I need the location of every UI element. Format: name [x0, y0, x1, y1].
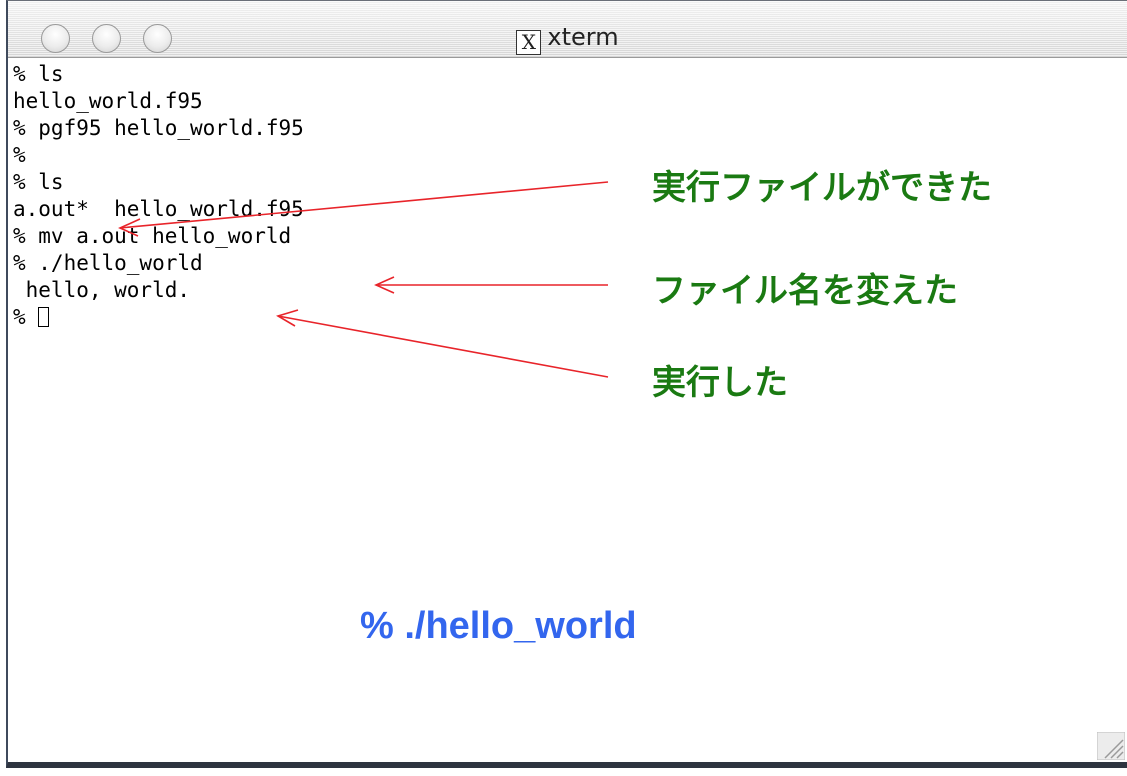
highlight-command: % ./hello_world: [360, 605, 637, 647]
terminal-line: % ls: [13, 62, 64, 86]
annotation-file-renamed: ファイル名を変えた: [652, 271, 958, 311]
resize-grip-icon[interactable]: [1097, 732, 1125, 760]
annotation-executed: 実行した: [652, 363, 788, 403]
x11-icon: X: [516, 30, 542, 55]
xterm-window: Xxterm % ls hello_world.f95 % pgf95 hell…: [0, 0, 1127, 776]
terminal-prompt-line: %: [13, 303, 50, 331]
window-title: Xxterm: [8, 23, 1127, 55]
terminal-line: hello_world.f95: [13, 89, 203, 113]
terminal-line: % pgf95 hello_world.f95: [13, 116, 304, 140]
terminal-line: %: [13, 143, 26, 167]
terminal-line: % ls: [13, 170, 64, 194]
prompt: %: [13, 305, 39, 329]
title-bar[interactable]: Xxterm: [8, 1, 1127, 58]
terminal-line: % mv a.out hello_world: [13, 224, 292, 248]
terminal-line: a.out* hello_world.f95: [13, 197, 304, 221]
terminal-line: hello, world.: [13, 278, 191, 302]
window-title-text: xterm: [547, 23, 619, 51]
annotation-executable-created: 実行ファイルができた: [652, 168, 992, 208]
terminal-line: % ./hello_world: [13, 251, 203, 275]
text-cursor: [38, 307, 50, 327]
